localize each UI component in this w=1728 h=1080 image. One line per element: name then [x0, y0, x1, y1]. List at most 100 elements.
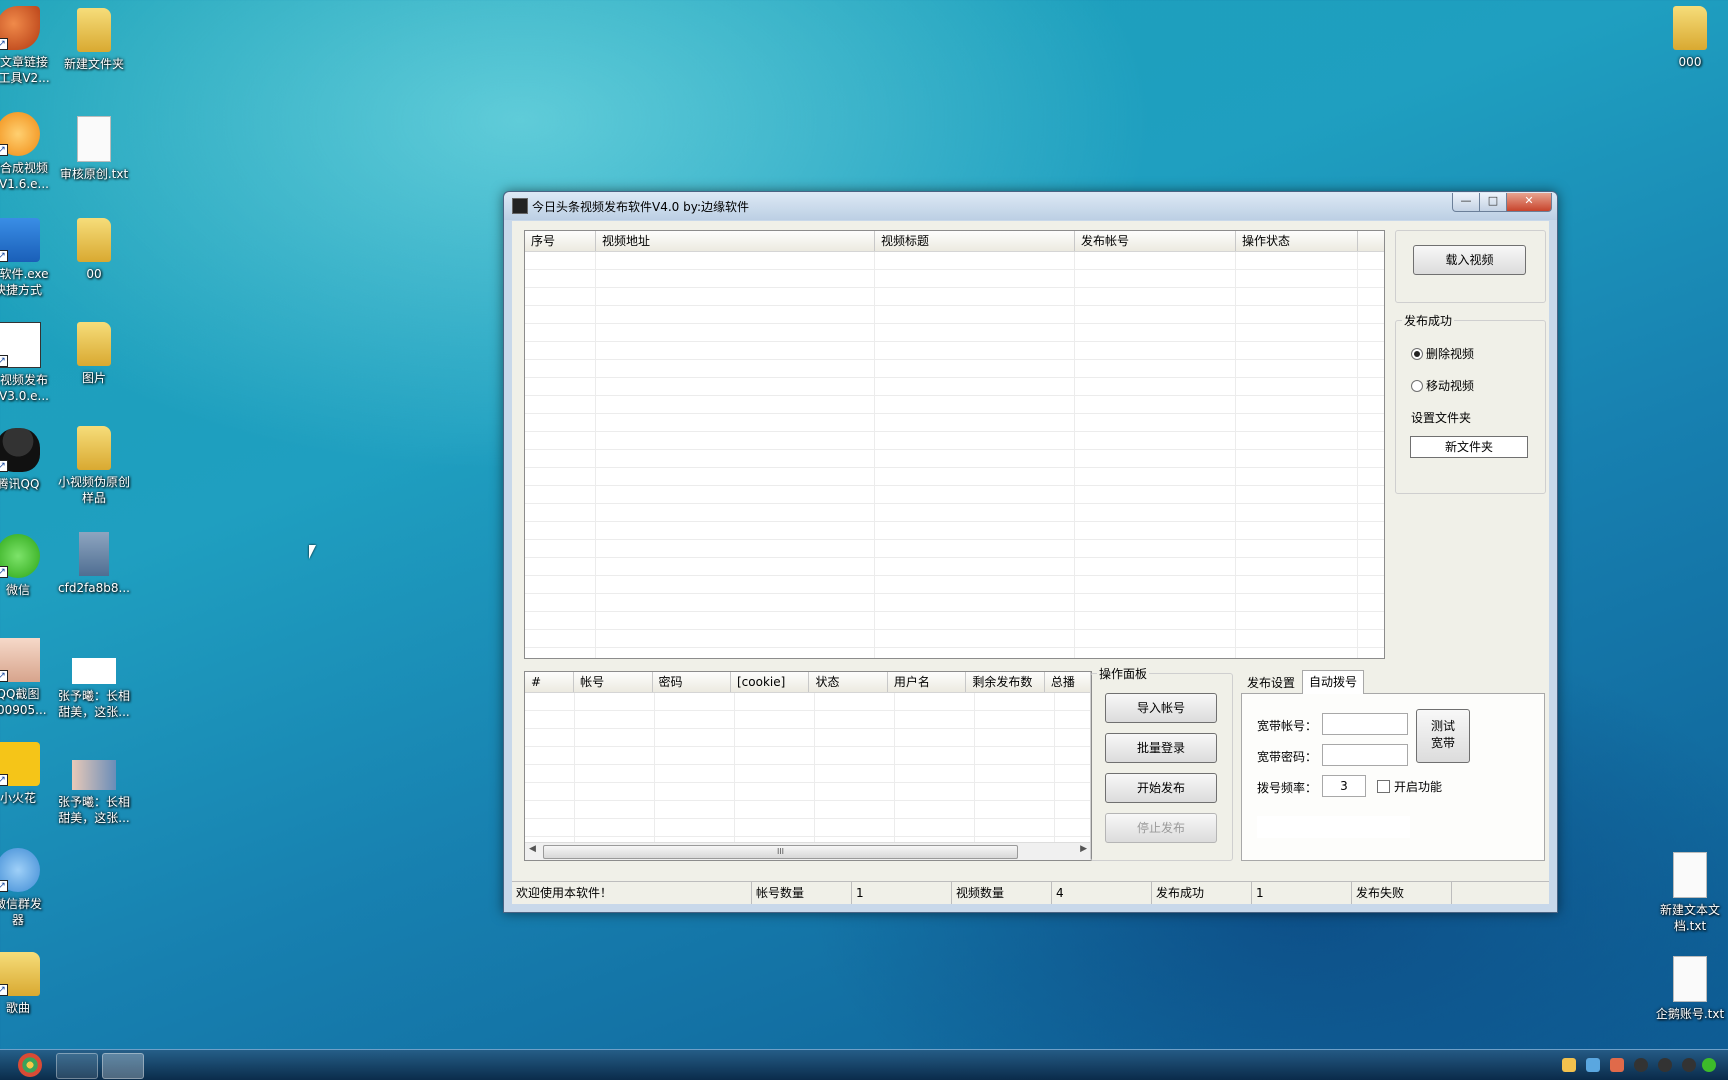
- folder-icon: [77, 426, 111, 470]
- scroll-thumb[interactable]: III: [543, 845, 1018, 859]
- desktop-icon[interactable]: ↗ 美文章链接 集工具V2...: [0, 6, 58, 86]
- chat-bubble-icon: ↗: [0, 848, 40, 892]
- broadband-password-input[interactable]: [1322, 744, 1408, 766]
- status-fail-count: [1452, 882, 1549, 904]
- start-button[interactable]: [18, 1053, 42, 1077]
- title-bar[interactable]: 今日头条视频发布软件V4.0 by:边缘软件 — □ ✕: [504, 192, 1557, 220]
- desktop-icon[interactable]: 图片: [54, 322, 134, 386]
- desktop-icon[interactable]: ↗ QQ截图 200905...: [0, 638, 58, 718]
- network-icon[interactable]: [1586, 1058, 1600, 1072]
- desktop-icon-label: 小视频伪原创 样品: [57, 475, 130, 505]
- desktop-icon[interactable]: cfd2fa8b8...: [54, 532, 134, 596]
- stop-publish-button[interactable]: 停止发布: [1105, 813, 1217, 843]
- desktop-icon-label: 家视频发布 件V3.0.e...: [0, 373, 49, 403]
- folder-selector-button[interactable]: 新文件夹: [1410, 436, 1528, 458]
- column-header[interactable]: #: [525, 672, 575, 692]
- desktop-icon[interactable]: ↗ 综合成视频 件V1.6.e...: [0, 112, 58, 192]
- taskbar-app-video[interactable]: [56, 1053, 98, 1079]
- test-broadband-button[interactable]: 测试 宽带: [1416, 709, 1470, 763]
- desktop-icon[interactable]: ↗ 微信群发 器: [0, 848, 58, 928]
- import-accounts-button[interactable]: 导入帐号: [1105, 693, 1217, 723]
- desktop-icon[interactable]: 新建文本文 档.txt: [1650, 852, 1728, 934]
- column-header[interactable]: 帐号: [574, 672, 653, 692]
- desktop-icon[interactable]: 企鹅账号.txt: [1650, 956, 1728, 1022]
- desktop-icon-label: QQ截图 200905...: [0, 687, 47, 717]
- desktop-icon[interactable]: ↗ 释软件.exe 快捷方式: [0, 218, 58, 298]
- security-shield-icon[interactable]: [1562, 1058, 1576, 1072]
- scroll-right-arrow-icon[interactable]: ▶: [1080, 844, 1087, 854]
- account-table[interactable]: # 帐号 密码 [cookie] 状态 用户名 剩余发布数 总播 ◀ III ▶: [524, 671, 1092, 861]
- close-button[interactable]: ✕: [1506, 193, 1552, 212]
- column-header[interactable]: 状态: [809, 672, 888, 692]
- radio-label[interactable]: 移动视频: [1426, 377, 1474, 394]
- horizontal-scrollbar[interactable]: ◀ III ▶: [525, 842, 1091, 860]
- column-header[interactable]: 发布帐号: [1075, 231, 1236, 251]
- desktop-icon-label: 歌曲: [5, 1001, 30, 1015]
- grid-line: [1357, 252, 1358, 658]
- desktop-icon-label: 000: [1678, 55, 1702, 69]
- desktop-icon[interactable]: 张予曦：长相 甜美，这张...: [54, 750, 134, 826]
- move-video-radio[interactable]: [1411, 380, 1423, 392]
- image-thumbnail-icon: ↗: [0, 638, 40, 682]
- column-header[interactable]: 视频地址: [596, 231, 875, 251]
- qq-tray-icon[interactable]: [1634, 1058, 1648, 1072]
- desktop-icon[interactable]: 小视频伪原创 样品: [54, 426, 134, 506]
- desktop-icon[interactable]: ↗ 微信: [0, 534, 58, 598]
- desktop-icon[interactable]: ↗ 歌曲: [0, 952, 58, 1016]
- column-header[interactable]: 密码: [653, 672, 731, 692]
- desktop-icon-label: 微信: [5, 583, 30, 597]
- desktop-icon[interactable]: 张予曦：长相 甜美，这张...: [54, 648, 134, 720]
- grid-line: [595, 252, 596, 658]
- enable-feature-checkbox[interactable]: [1377, 780, 1390, 793]
- qq-penguin-icon: ↗: [0, 428, 40, 472]
- account-table-body[interactable]: [525, 693, 1091, 842]
- window-title: 今日头条视频发布软件V4.0 by:边缘软件: [532, 200, 749, 214]
- desktop-icon[interactable]: ↗ 家视频发布 件V3.0.e...: [0, 322, 58, 404]
- desktop-icon[interactable]: 00: [54, 218, 134, 282]
- qq-tray-icon[interactable]: [1682, 1058, 1696, 1072]
- broadband-account-input[interactable]: [1322, 713, 1408, 735]
- dial-frequency-input[interactable]: 3: [1322, 775, 1366, 797]
- column-header[interactable]: 序号: [525, 231, 596, 251]
- desktop-icon[interactable]: ↗ 腾讯QQ: [0, 428, 58, 492]
- desktop-icon-label: cfd2fa8b8...: [58, 581, 130, 595]
- desktop-icon[interactable]: 000: [1650, 6, 1728, 70]
- taskbar-app-publisher[interactable]: [102, 1053, 144, 1079]
- load-video-button[interactable]: 载入视频: [1413, 245, 1526, 275]
- grid-line: [1235, 252, 1236, 658]
- enable-feature-label[interactable]: 开启功能: [1394, 778, 1442, 795]
- mouse-cursor-icon: [309, 545, 316, 559]
- radio-label[interactable]: 删除视频: [1426, 345, 1474, 362]
- maximize-button[interactable]: □: [1479, 193, 1507, 212]
- column-header[interactable]: 操作状态: [1236, 231, 1358, 251]
- qq-tray-icon[interactable]: [1658, 1058, 1672, 1072]
- folder-icon: [77, 218, 111, 262]
- folder-icon: [1673, 6, 1707, 50]
- tab-auto-dialup[interactable]: 自动拨号: [1302, 670, 1364, 694]
- desktop-icon[interactable]: 审核原创.txt: [54, 116, 134, 182]
- video-table-header: 序号 视频地址 视频标题 发布帐号 操作状态: [525, 231, 1384, 252]
- desktop-icon-label: 张予曦：长相 甜美，这张...: [57, 689, 130, 719]
- start-publish-button[interactable]: 开始发布: [1105, 773, 1217, 803]
- tab-publish-settings[interactable]: 发布设置: [1242, 673, 1300, 693]
- batch-login-button[interactable]: 批量登录: [1105, 733, 1217, 763]
- taskbar: [0, 1049, 1728, 1080]
- column-header[interactable]: [cookie]: [731, 672, 810, 692]
- desktop-icon-label: 腾讯QQ: [0, 477, 40, 491]
- volume-icon[interactable]: [1610, 1058, 1624, 1072]
- scroll-grip: III: [776, 847, 785, 856]
- delete-video-radio[interactable]: [1411, 348, 1423, 360]
- column-header[interactable]: 剩余发布数: [966, 672, 1045, 692]
- scroll-left-arrow-icon[interactable]: ◀: [529, 844, 536, 854]
- wechat-tray-icon[interactable]: [1702, 1058, 1716, 1072]
- desktop-icon-label: 张予曦：长相 甜美，这张...: [57, 795, 130, 825]
- image-file-icon: [79, 532, 109, 576]
- column-header[interactable]: 总播: [1045, 672, 1091, 692]
- video-table-body[interactable]: [525, 252, 1384, 658]
- video-table[interactable]: 序号 视频地址 视频标题 发布帐号 操作状态: [524, 230, 1385, 659]
- desktop-icon[interactable]: ↗ 小火花: [0, 742, 58, 806]
- column-header[interactable]: 用户名: [888, 672, 967, 692]
- column-header[interactable]: 视频标题: [875, 231, 1075, 251]
- desktop-icon[interactable]: 新建文件夹: [54, 8, 134, 72]
- minimize-button[interactable]: —: [1452, 193, 1480, 212]
